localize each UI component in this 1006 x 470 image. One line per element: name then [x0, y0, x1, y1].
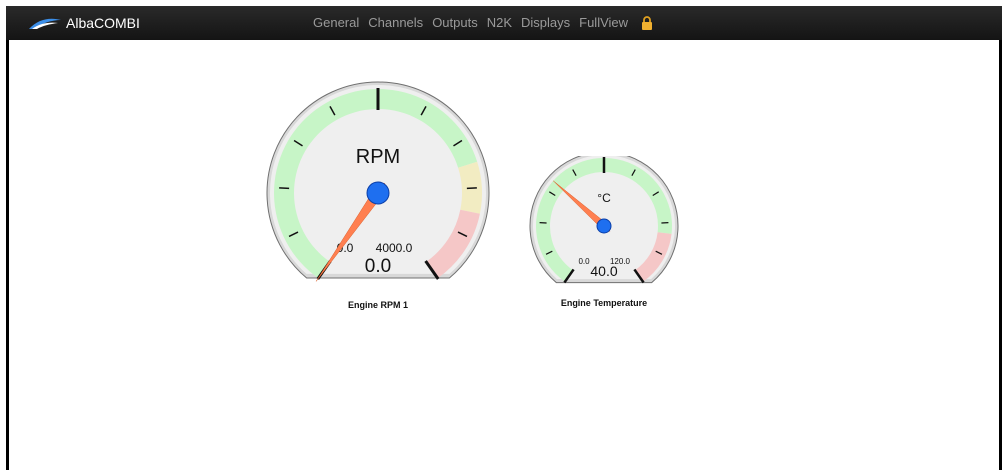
temp-min-label: 0.0: [578, 257, 590, 266]
gauge-engine-rpm: RPM 0.0 4000.0 0.0: [264, 81, 492, 291]
nav-fullview[interactable]: FullView: [579, 15, 628, 30]
temp-unit-label: °C: [597, 191, 611, 205]
albacombi-logo-icon: [29, 18, 61, 29]
rpm-value-readout: 0.0: [365, 256, 391, 277]
nav-channels[interactable]: Channels: [368, 15, 423, 30]
gauge-engine-temperature-label: Engine Temperature: [560, 298, 648, 308]
main-nav: General Channels Outputs N2K Displays Fu…: [313, 15, 653, 30]
brand-name: AlbaCOMBI: [66, 15, 140, 31]
temperature-gauge-dial: °C0.0 120.040.0: [529, 151, 679, 284]
gauge-engine-temperature: °C 0.0 120.0 40.0: [528, 151, 680, 286]
temp-value-readout: 40.0: [590, 263, 617, 279]
nav-displays[interactable]: Displays: [521, 15, 570, 30]
rpm-gauge-dial: RPM0.0 4000.00.0: [266, 81, 490, 282]
lock-icon[interactable]: [641, 15, 653, 30]
nav-n2k[interactable]: N2K: [487, 15, 512, 30]
temp-needle-hub: [596, 218, 612, 234]
rpm-needle-hub: [366, 181, 390, 205]
rpm-unit-label: RPM: [356, 146, 400, 168]
top-navbar: AlbaCOMBI General Channels Outputs N2K D…: [6, 6, 1002, 40]
rpm-tick-8: [466, 187, 477, 190]
rpm-tick-2: [279, 187, 290, 190]
gauge-engine-rpm-label: Engine RPM 1: [347, 300, 408, 310]
rpm-max-label: 4000.0: [376, 241, 413, 255]
page-frame: [6, 6, 1002, 470]
nav-general[interactable]: General: [313, 15, 359, 30]
brand-link[interactable]: AlbaCOMBI: [28, 13, 140, 33]
nav-outputs[interactable]: Outputs: [432, 15, 478, 30]
